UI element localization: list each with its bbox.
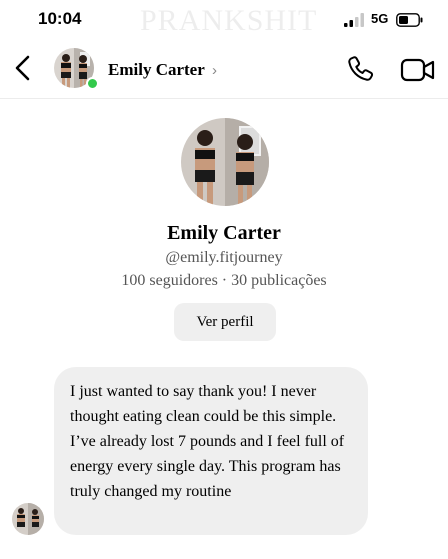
message-bubble[interactable]: I just wanted to say thank you! I never … bbox=[54, 367, 368, 535]
phone-icon[interactable] bbox=[345, 54, 375, 84]
view-profile-button[interactable]: Ver perfil bbox=[174, 303, 276, 341]
status-bar: 10:04 5G bbox=[0, 0, 448, 40]
profile-avatar[interactable] bbox=[181, 118, 269, 206]
profile-handle: @emily.fitjourney bbox=[165, 249, 283, 266]
status-time: 10:04 bbox=[38, 9, 82, 28]
video-camera-icon[interactable] bbox=[400, 55, 436, 85]
signal-icon bbox=[344, 13, 364, 27]
contact-name[interactable]: Emily Carter bbox=[108, 60, 205, 80]
online-status-dot bbox=[86, 77, 99, 90]
chat-header: Emily Carter › bbox=[0, 40, 448, 99]
battery-icon bbox=[396, 13, 423, 27]
network-type: 5G bbox=[371, 11, 389, 26]
profile-photo bbox=[181, 118, 269, 206]
sender-avatar[interactable] bbox=[12, 503, 44, 535]
profile-name: Emily Carter bbox=[167, 222, 281, 244]
chevron-right-icon[interactable]: › bbox=[212, 62, 217, 79]
profile-photo bbox=[12, 503, 44, 535]
profile-stats: 100 seguidores · 30 publicações bbox=[121, 272, 327, 289]
back-chevron-icon[interactable] bbox=[12, 53, 34, 83]
